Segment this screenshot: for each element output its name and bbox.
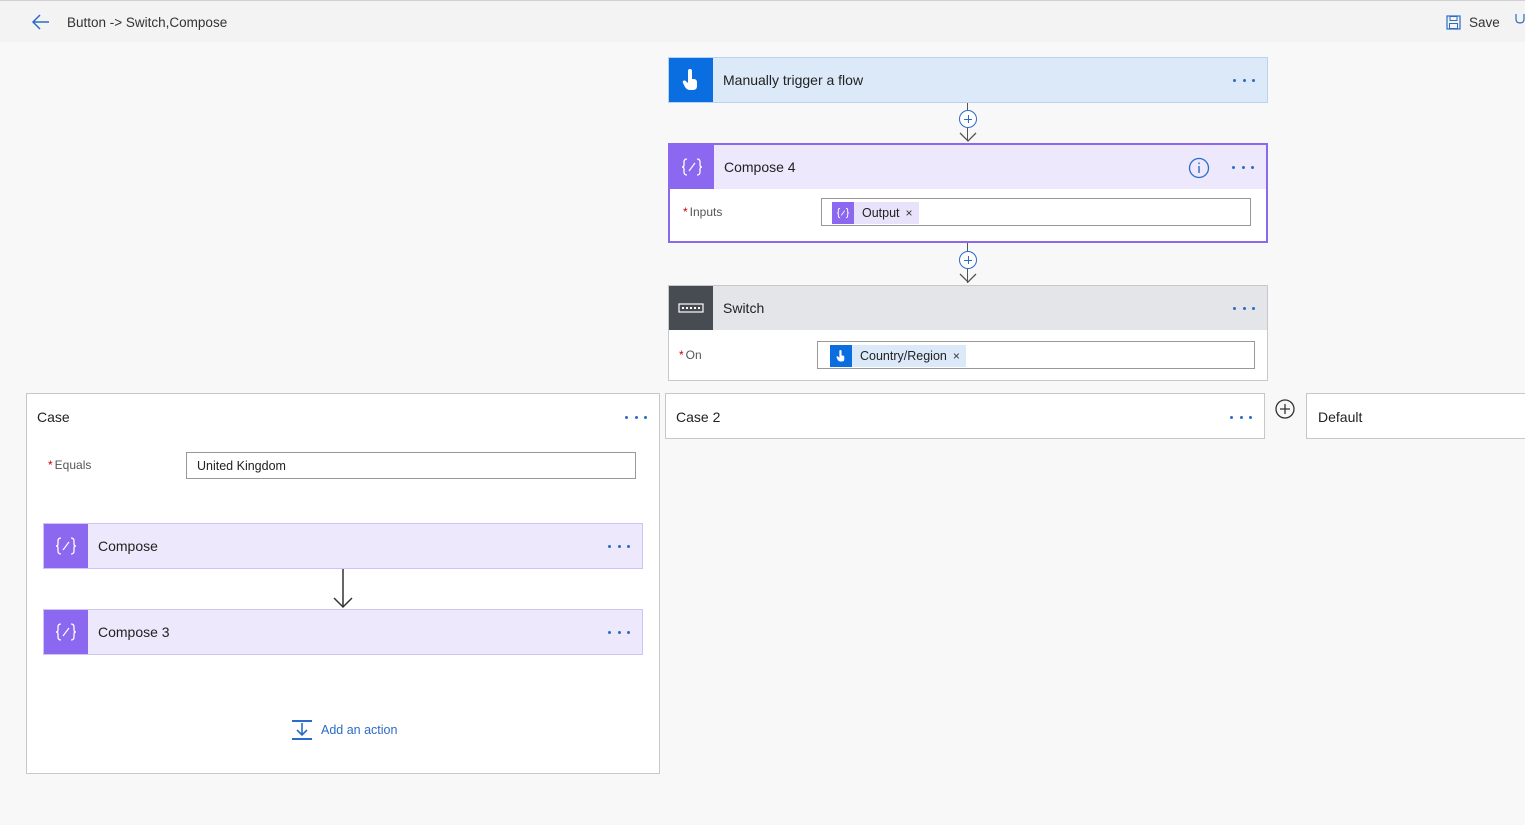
switch-card[interactable]: Switch * On Country/Region × (668, 285, 1268, 381)
arrow-down-icon (959, 273, 977, 283)
switch-more-button[interactable] (1233, 298, 1255, 318)
country-region-token-remove[interactable]: × (953, 349, 960, 363)
compose4-title: Compose 4 (724, 159, 796, 175)
flow-title: Button -> Switch,Compose (67, 15, 228, 30)
curly-braces-icon (55, 623, 77, 641)
case2-more-button[interactable] (1230, 407, 1252, 427)
more-dot (627, 630, 630, 634)
switch-keyboard-icon (678, 303, 704, 313)
more-dot (617, 630, 621, 634)
required-marker: * (48, 458, 53, 472)
more-dot (1252, 306, 1255, 310)
compose-token-icon-box (832, 202, 854, 224)
compose3-card[interactable]: Compose 3 (43, 609, 643, 655)
add-action-label: Add an action (321, 723, 398, 737)
required-marker: * (683, 205, 688, 219)
compose-more-button[interactable] (608, 536, 630, 556)
compose3-more-button[interactable] (608, 622, 630, 642)
inputs-field[interactable]: Output × (821, 198, 1251, 226)
info-button[interactable] (1188, 157, 1210, 179)
output-token-label: Output (862, 206, 900, 220)
compose-icon-box (44, 610, 88, 654)
more-dot (608, 630, 611, 634)
floppy-disk-icon (1446, 14, 1461, 30)
more-dot (1242, 306, 1246, 310)
compose3-title: Compose 3 (98, 624, 170, 640)
on-label: * On (679, 348, 702, 362)
more-dot (627, 544, 630, 548)
compose-icon-box (44, 524, 88, 568)
trigger-card[interactable]: Manually trigger a flow (668, 57, 1268, 103)
flow-checker-button[interactable] (1514, 13, 1525, 31)
output-token[interactable]: Output × (832, 202, 919, 224)
plus-circle-icon (1275, 399, 1295, 419)
more-dot (634, 415, 638, 419)
touch-hand-icon (682, 69, 697, 90)
more-dot (608, 544, 611, 548)
more-dot (1233, 78, 1236, 82)
required-marker: * (679, 348, 684, 362)
trigger-title: Manually trigger a flow (723, 72, 864, 88)
more-dot (1239, 415, 1243, 419)
compose-title: Compose (98, 538, 158, 554)
insert-step-button[interactable] (959, 251, 977, 269)
case1-more-button[interactable] (625, 407, 647, 427)
compose-card[interactable]: Compose (43, 523, 643, 569)
more-dot (1241, 165, 1245, 169)
add-case-button[interactable] (1275, 399, 1295, 419)
default-title: Default (1318, 409, 1363, 425)
on-field[interactable]: Country/Region × (817, 341, 1255, 369)
insert-step-button[interactable] (959, 110, 977, 128)
more-dot (617, 544, 621, 548)
curly-braces-icon (681, 158, 703, 176)
default-card[interactable]: Default (1306, 393, 1525, 439)
arrow-down-connector (333, 569, 353, 609)
country-region-token[interactable]: Country/Region × (830, 345, 966, 367)
more-dot (644, 415, 647, 419)
save-button[interactable]: Save (1446, 12, 1500, 32)
compose4-card[interactable]: Compose 4 * Inputs Output × (668, 143, 1268, 243)
arrow-left-icon (31, 14, 49, 30)
more-dot (1249, 415, 1252, 419)
compose-icon-box (670, 145, 714, 189)
compose4-more-button[interactable] (1232, 157, 1254, 177)
curly-braces-icon (55, 537, 77, 555)
more-dot (1233, 306, 1236, 310)
country-region-token-label: Country/Region (860, 349, 947, 363)
more-dot (625, 415, 628, 419)
switch-title: Switch (723, 300, 765, 316)
stethoscope-icon (1515, 14, 1525, 24)
equals-label: * Equals (48, 458, 91, 472)
trigger-more-button[interactable] (1233, 70, 1255, 90)
equals-field[interactable]: United Kingdom (186, 452, 636, 479)
top-bar: Button -> Switch,Compose Save (0, 0, 1525, 42)
inputs-label: * Inputs (683, 205, 722, 219)
equals-label-text: Equals (54, 458, 92, 472)
arrow-down-icon (959, 132, 977, 142)
more-dot (1251, 165, 1254, 169)
case2-card[interactable]: Case 2 (665, 393, 1265, 439)
output-token-remove[interactable]: × (906, 206, 913, 220)
add-action-button[interactable]: Add an action (291, 719, 397, 741)
insert-action-icon (292, 720, 312, 740)
inputs-label-text: Inputs (689, 205, 723, 219)
case2-title: Case 2 (676, 409, 721, 425)
more-dot (1242, 78, 1246, 82)
on-label-text: On (685, 348, 702, 362)
more-dot (1252, 78, 1255, 82)
save-button-label: Save (1469, 14, 1500, 30)
info-icon (1188, 157, 1210, 179)
more-dot (1230, 415, 1233, 419)
trigger-icon-box (669, 58, 713, 102)
back-button[interactable] (30, 11, 52, 33)
case1-title: Case (37, 409, 70, 425)
switch-icon-box (669, 286, 713, 330)
equals-field-value: United Kingdom (197, 459, 286, 473)
trigger-token-icon-box (830, 345, 852, 367)
curly-braces-icon (837, 207, 849, 219)
more-dot (1232, 165, 1235, 169)
touch-hand-icon (836, 350, 845, 362)
